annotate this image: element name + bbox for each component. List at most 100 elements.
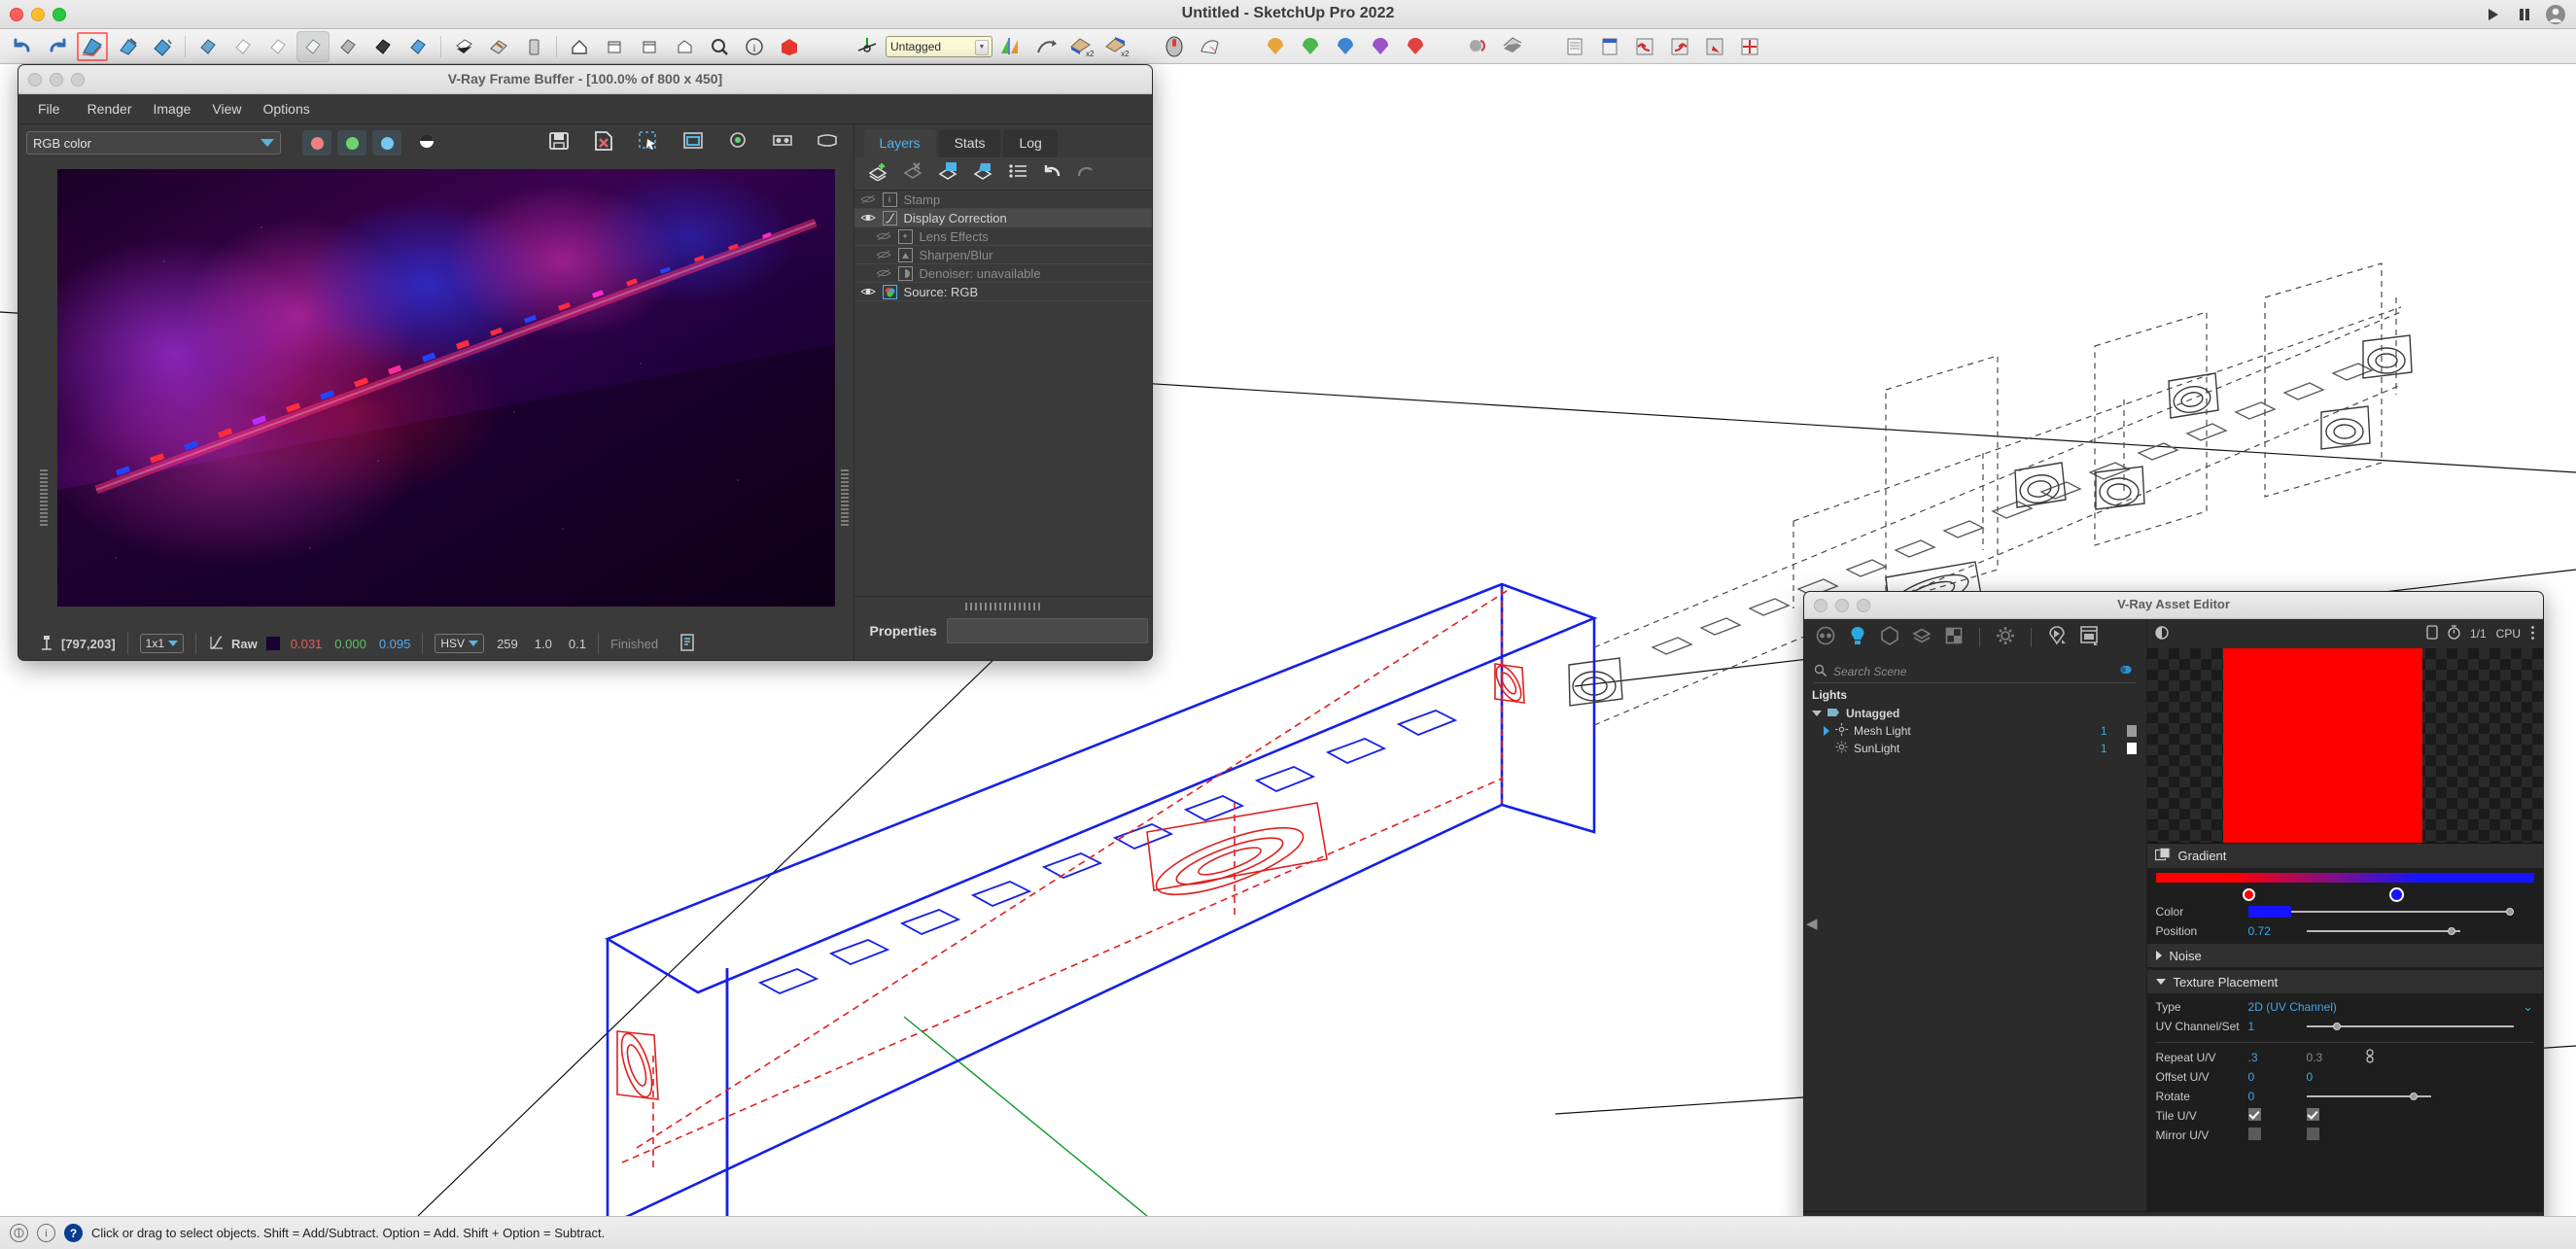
geometry-icon[interactable] [1880,625,1899,650]
light-color-swatch[interactable] [2126,725,2137,737]
blue-channel-icon[interactable] [372,130,401,156]
green-channel-icon[interactable] [337,130,366,156]
timer-icon[interactable] [2448,625,2460,642]
vray-frame-buffer-window[interactable]: V-Ray Frame Buffer - [100.0% of 800 x 45… [17,64,1153,661]
home-view-icon[interactable] [563,31,596,62]
vfb-side-panel[interactable]: Layers Stats Log i Stamp Display Correct… [853,124,1152,660]
tree-row-untagged[interactable]: Untagged [1804,705,2146,722]
texture-next-icon[interactable] [1663,31,1696,62]
preview-toggle-icon[interactable] [2154,625,2171,642]
visibility-on-icon[interactable] [860,286,876,297]
visibility-off-icon[interactable] [876,249,891,260]
shadows-icon[interactable] [447,31,480,62]
type-value[interactable]: 2D (UV Channel) [2248,1000,2337,1014]
clear-image-icon[interactable] [593,130,614,156]
chevron-down-icon[interactable] [168,641,179,646]
row-mirror-uv[interactable]: Mirror U/V [2147,1126,2543,1145]
color-swatch[interactable] [2247,906,2291,918]
top-view-icon[interactable] [598,31,631,62]
vae-scene-panel[interactable]: Search Scene Lights Untagged Mesh Light [1804,619,2147,1212]
vray-render-cloud-icon[interactable] [1329,31,1362,62]
new-scene-icon[interactable] [1593,31,1626,62]
rendered-image[interactable] [57,169,835,607]
tab-layers[interactable]: Layers [863,129,936,157]
mirror-u-checkbox[interactable] [2247,1128,2261,1140]
visibility-off-icon[interactable] [860,193,876,205]
eraser-tool-icon[interactable] [111,31,144,62]
scene-manager-icon[interactable] [1558,31,1591,62]
layer-list[interactable]: i Stamp Display Correction + Lens Effect… [853,191,1152,301]
visibility-on-icon[interactable] [860,212,876,224]
sandbox-icon[interactable] [1193,31,1226,62]
play-icon[interactable] [2483,4,2504,25]
zoom-window-icon[interactable] [296,30,330,62]
next-view-icon[interactable] [401,31,435,62]
vfb-properties-panel[interactable]: Properties [853,596,1152,660]
render-window-icon[interactable] [682,130,704,156]
vfb-menu-file[interactable]: File [38,101,87,117]
preview-device[interactable]: CPU [2496,627,2521,641]
vfb-control-row[interactable]: RGB color [18,124,853,161]
add-layer-icon[interactable] [868,161,889,186]
help-icon[interactable]: ? [64,1224,83,1242]
vray-render-icon[interactable] [1259,31,1292,62]
layer-presets-icon[interactable] [1008,161,1029,186]
vr-icon[interactable] [817,130,838,156]
gradient-header[interactable]: Gradient [2146,843,2543,868]
sketchup-window-right-controls[interactable] [2483,4,2566,25]
link-icon[interactable] [2365,1049,2375,1066]
pan-icon[interactable] [226,31,260,62]
layer-row-denoiser[interactable]: Denoiser: unavailable [853,264,1152,283]
vfb-menubar[interactable]: File Render Image View Options [18,94,1152,124]
texture-position-icon[interactable] [1698,31,1731,62]
remove-layer-icon[interactable] [903,161,924,186]
visibility-off-icon[interactable] [876,267,891,279]
vray-frame-buffer-icon[interactable] [1496,31,1529,62]
tree-row-sunlight[interactable]: SunLight 1 [1804,740,2146,757]
section-plane-icon[interactable] [994,31,1027,62]
visibility-off-icon[interactable] [876,230,891,242]
zoom-level-select[interactable]: 1x1 [139,634,185,653]
more-options-icon[interactable] [2530,625,2535,643]
account-icon[interactable] [2545,4,2566,25]
layer-row-source-rgb[interactable]: Source: RGB [853,283,1152,301]
chevron-down-icon[interactable]: ⌄ [2523,999,2543,1015]
render-log-icon[interactable] [679,633,695,654]
layer-row-sharpen-blur[interactable]: Sharpen/Blur [853,246,1152,264]
row-position[interactable]: Position 0.72 [2147,921,2543,941]
vae-nav-icons[interactable] [1804,619,2146,656]
color-pick-icon[interactable] [727,130,748,156]
uv-channel-value[interactable]: 1 [2248,1020,2307,1033]
row-type[interactable]: Type 2D (UV Channel) ⌄ [2147,997,2543,1017]
texture-prev-icon[interactable] [1628,31,1661,62]
render-elements-icon[interactable] [1912,626,1932,650]
zoom-extents-icon[interactable] [331,31,365,62]
follow-me-icon[interactable] [1029,31,1062,62]
vfb-status-bar[interactable]: [797,203] 1x1 Raw 0.031 0.000 0.095 HSV [18,625,854,660]
vfb-menu-view[interactable]: View [212,101,262,117]
sketchup-logo-icon[interactable] [773,31,806,62]
red-channel-icon[interactable] [302,130,331,156]
mirror-v-checkbox[interactable] [2306,1128,2319,1140]
vray-asset-editor-window[interactable]: V-Ray Asset Editor ◀ Search Scene Lights… [1803,591,2544,1249]
offset-v-value[interactable]: 0 [2307,1070,2365,1084]
search-icon[interactable] [703,31,736,62]
iso-view-icon[interactable] [668,31,701,62]
properties-field[interactable] [946,618,1148,643]
row-offset-uv[interactable]: Offset U/V 0 0 [2147,1067,2543,1087]
chevron-down-icon[interactable] [2155,979,2166,985]
save-image-icon[interactable] [548,130,570,156]
search-scene-input[interactable]: Search Scene [1814,660,2137,683]
front-view-icon[interactable] [633,31,666,62]
region-render-icon[interactable] [638,130,659,156]
row-uv-channel[interactable]: UV Channel/Set 1 [2147,1017,2543,1036]
tree-row-mesh-light[interactable]: Mesh Light 1 [1804,722,2146,740]
chevron-down-icon[interactable] [1812,711,1822,716]
uv-channel-slider[interactable] [2306,1021,2514,1032]
alpha-channel-icon[interactable] [419,133,435,154]
row-repeat-uv[interactable]: Repeat U/V .3 0.3 [2147,1048,2543,1067]
styles-icon[interactable] [482,31,515,62]
texture-scale-icon[interactable] [1733,31,1766,62]
undo-icon[interactable] [6,31,39,62]
filter-icon[interactable] [2120,665,2137,678]
